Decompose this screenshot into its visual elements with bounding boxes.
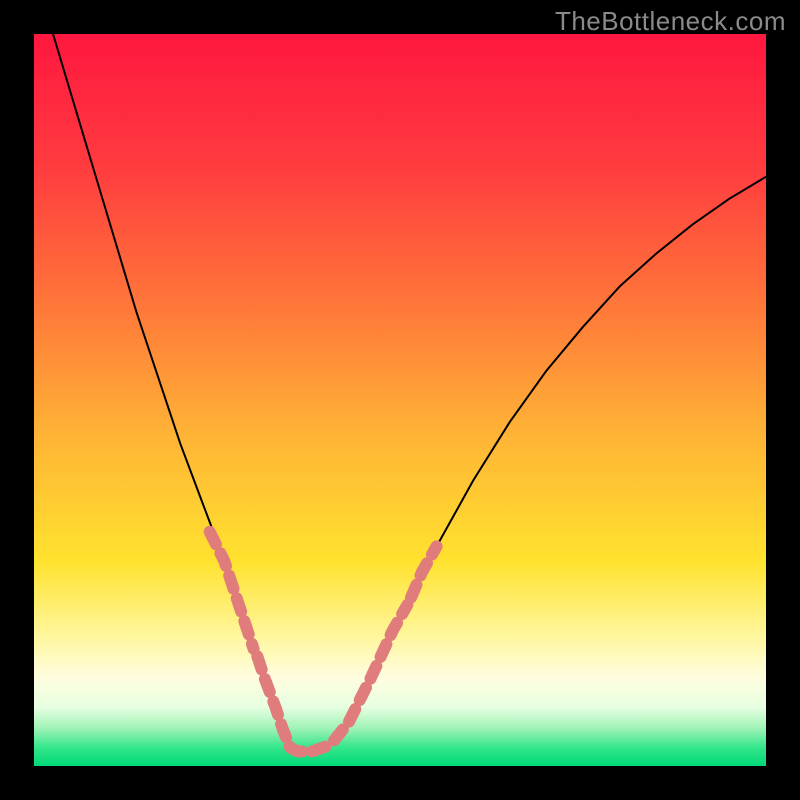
chart-frame: TheBottleneck.com <box>0 0 800 800</box>
plot-svg <box>34 34 766 766</box>
gradient-background <box>34 34 766 766</box>
watermark-text: TheBottleneck.com <box>555 6 786 37</box>
plot-area <box>34 34 766 766</box>
